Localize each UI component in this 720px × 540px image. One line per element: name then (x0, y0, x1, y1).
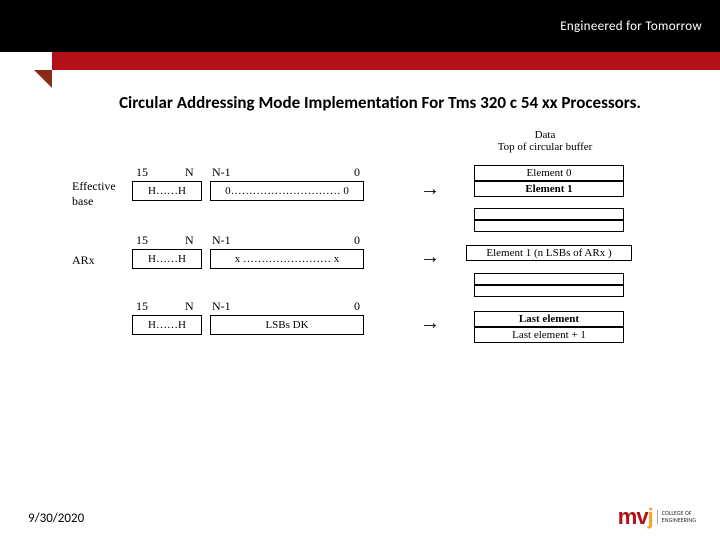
row1-box-left: H……H (132, 181, 202, 201)
col-N1-r1: N-1 (212, 165, 231, 180)
col-N-r1: N (185, 165, 194, 180)
logo-text: COLLEGE OF ENGINEERING (657, 510, 696, 523)
top-black-bar: Engineered for Tomorrow (0, 0, 720, 52)
arrow-r3: → (420, 313, 440, 333)
col-0-r1: 0 (354, 165, 360, 180)
stack-elementI: Element 1 (n LSBs of ARx ) (466, 245, 632, 261)
row2-box-right: x …………………… x (210, 249, 364, 269)
row1-box-right: 0………………………… 0 (210, 181, 364, 201)
col-0-r3: 0 (354, 299, 360, 314)
col-0-r2: 0 (354, 233, 360, 248)
col-15-r2: 15 (136, 233, 148, 248)
slide-title: Circular Addressing Mode Implementation … (80, 92, 680, 113)
arrow-r1: → (420, 179, 440, 199)
data-header-line2: Top of circular buffer (470, 141, 620, 153)
row3-box-left: H……H (132, 315, 202, 335)
stack-gap1 (474, 208, 624, 220)
col-N1-r2: N-1 (212, 233, 231, 248)
col-N-r3: N (185, 299, 194, 314)
footer-date: 9/30/2020 (28, 511, 84, 526)
red-strip (52, 52, 720, 70)
row3-box-right: LSBs DK (210, 315, 364, 335)
stack-lastplus1: Last element + 1 (474, 327, 624, 343)
row2-box-left: H……H (132, 249, 202, 269)
col-N1-r3: N-1 (212, 299, 231, 314)
logo-mark: mvj (618, 504, 653, 530)
stack-gap2 (474, 220, 624, 232)
data-header: Data Top of circular buffer (470, 129, 620, 153)
col-N-r2: N (185, 233, 194, 248)
row1-label: Effective base (72, 179, 116, 209)
diagram-area: Data Top of circular buffer 15 N N-1 0 E… (72, 127, 720, 457)
stack-element0: Element 0 (474, 165, 624, 181)
arrow-r2: → (420, 247, 440, 267)
col-15-r1: 15 (136, 165, 148, 180)
tagline: Engineered for Tomorrow (560, 19, 702, 34)
col-15-r3: 15 (136, 299, 148, 314)
stack-element1: Element 1 (474, 181, 624, 197)
stack-gap4 (474, 285, 624, 297)
data-header-line1: Data (470, 129, 620, 141)
stack-gap3 (474, 273, 624, 285)
logo: mvj COLLEGE OF ENGINEERING (618, 504, 696, 530)
stack-last: Last element (474, 311, 624, 327)
row2-label: ARx (72, 253, 95, 268)
